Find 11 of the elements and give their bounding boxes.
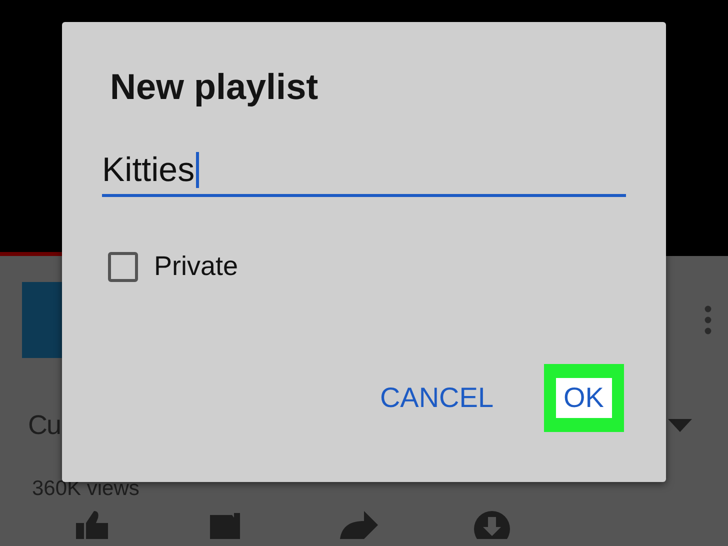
caret-icon[interactable] <box>668 418 692 432</box>
playlist-name-field[interactable]: Kitties <box>102 146 626 197</box>
dialog-title: New playlist <box>110 66 320 108</box>
download-icon[interactable] <box>472 509 512 539</box>
private-checkbox[interactable] <box>108 252 138 282</box>
video-title: Cu <box>28 410 61 441</box>
dialog-button[interactable]: OK <box>556 378 612 418</box>
more-icon[interactable] <box>704 305 712 335</box>
dialog-button[interactable]: CANCEL <box>374 376 500 420</box>
view-count: 360K views <box>32 477 140 501</box>
private-label: Private <box>154 251 238 282</box>
